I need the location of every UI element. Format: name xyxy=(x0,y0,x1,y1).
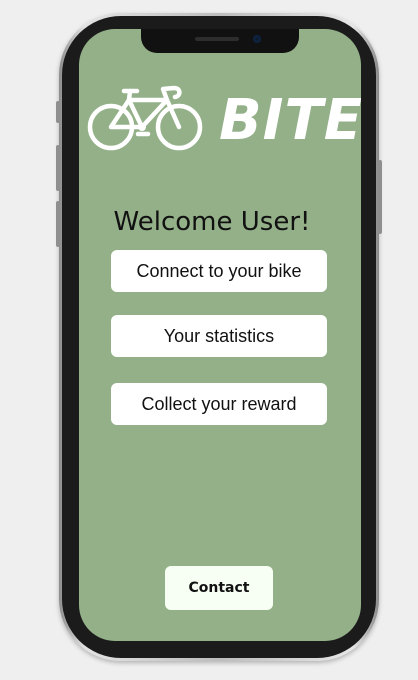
welcome-heading: Welcome User! xyxy=(113,207,311,237)
app-logo-text: BITE xyxy=(219,88,361,153)
contact-button[interactable]: Contact xyxy=(165,566,273,610)
notch xyxy=(141,29,299,53)
front-camera xyxy=(253,35,261,43)
speaker-grille xyxy=(195,37,239,41)
app-logo: BITE xyxy=(87,85,361,157)
statistics-button[interactable]: Your statistics xyxy=(111,315,327,357)
bicycle-icon xyxy=(87,85,203,151)
side-button-volume-down xyxy=(56,201,60,247)
connect-bike-button[interactable]: Connect to your bike xyxy=(111,250,327,292)
side-button-silent xyxy=(56,101,60,123)
side-button-volume-up xyxy=(56,145,60,191)
side-button-power xyxy=(378,160,382,234)
phone-screen: BITE Welcome User! Connect to your bike … xyxy=(79,29,361,641)
collect-reward-button[interactable]: Collect your reward xyxy=(111,383,327,425)
